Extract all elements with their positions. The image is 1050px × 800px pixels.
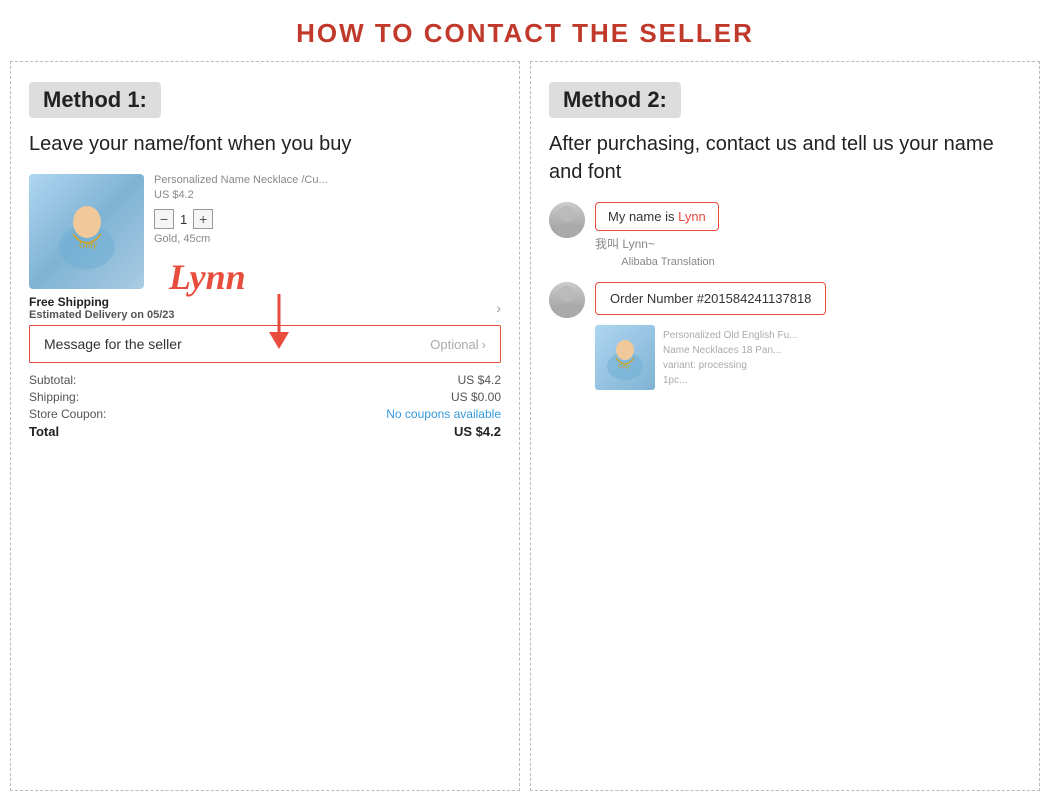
chat-row-1: My name is Lynn 我叫 Lynn~ Alibaba Transla… bbox=[549, 202, 1021, 268]
total-row: Total US $4.2 bbox=[29, 424, 501, 439]
red-arrow-icon bbox=[264, 294, 294, 354]
avatar-2 bbox=[549, 282, 585, 318]
product-title: Personalized Name Necklace /Cu... bbox=[154, 174, 501, 186]
product-row: Gitty Personalized Name Necklace /Cu... … bbox=[29, 174, 501, 289]
total-value: US $4.2 bbox=[454, 424, 501, 439]
product-image: Gitty bbox=[29, 174, 144, 289]
seller-message-chevron-icon: › bbox=[482, 337, 486, 352]
qty-number: 1 bbox=[180, 212, 187, 227]
avatar-body bbox=[554, 224, 580, 238]
chat-bubble-col-1: My name is Lynn 我叫 Lynn~ Alibaba Transla… bbox=[595, 202, 719, 268]
order-product-line2: Name Necklaces 18 Pan... bbox=[663, 343, 798, 358]
order-product-row: Gitty Personalized Old English Fu... Nam… bbox=[595, 325, 826, 390]
qty-row: − 1 + bbox=[154, 209, 501, 229]
qty-decrease-button[interactable]: − bbox=[154, 209, 174, 229]
method2-badge: Method 2: bbox=[549, 82, 681, 118]
shipping-date-value: 05/23 bbox=[147, 309, 175, 321]
coupon-label: Store Coupon: bbox=[29, 407, 106, 421]
seller-message-label: Message for the seller bbox=[44, 336, 182, 352]
order-necklace-svg: Gitty bbox=[600, 330, 650, 385]
shipping-cost-label: Shipping: bbox=[29, 390, 79, 404]
total-label: Total bbox=[29, 424, 59, 439]
avatar-head bbox=[559, 206, 575, 222]
variant-label: Gold, 45cm bbox=[154, 233, 501, 245]
svg-text:Gitty: Gitty bbox=[79, 240, 97, 250]
avatar-1 bbox=[549, 202, 585, 238]
method1-panel: Method 1: Leave your name/font when you … bbox=[10, 61, 520, 791]
method1-badge: Method 1: bbox=[29, 82, 161, 118]
order-number-bubble: Order Number #201584241137818 bbox=[595, 282, 826, 315]
subtotal-value: US $4.2 bbox=[458, 373, 501, 387]
chat-container: My name is Lynn 我叫 Lynn~ Alibaba Transla… bbox=[549, 202, 1021, 390]
shipping-chevron-icon: › bbox=[496, 300, 501, 316]
shipping-date: Estimated Delivery on 05/23 bbox=[29, 309, 175, 321]
method1-description: Leave your name/font when you buy bbox=[29, 130, 501, 158]
order-product-image: Gitty bbox=[595, 325, 655, 390]
avatar-head-2 bbox=[559, 286, 575, 302]
avatar-inner-2 bbox=[549, 282, 585, 318]
order-product-line1: Personalized Old English Fu... bbox=[663, 328, 798, 343]
subtotal-label: Subtotal: bbox=[29, 373, 76, 387]
method1-mockup: Gitty Personalized Name Necklace /Cu... … bbox=[29, 174, 501, 439]
chat-chinese-text: 我叫 Lynn~ bbox=[595, 235, 719, 252]
svg-text:Gitty: Gitty bbox=[618, 364, 630, 370]
page-title: HOW TO CONTACT THE SELLER bbox=[0, 0, 1050, 61]
shipping-cost-row: Shipping: US $0.00 bbox=[29, 390, 501, 404]
shipping-date-label: Estimated Delivery on bbox=[29, 309, 144, 321]
order-product-line4: 1pc... bbox=[663, 373, 798, 388]
chat-row-2: Order Number #201584241137818 Gitty Pe bbox=[549, 282, 1021, 390]
coupon-row: Store Coupon: No coupons available bbox=[29, 407, 501, 421]
chat-name-highlight: Lynn bbox=[678, 209, 706, 224]
main-container: Method 1: Leave your name/font when you … bbox=[0, 61, 1050, 791]
seller-message-optional: Optional › bbox=[430, 337, 486, 352]
subtotal-row: Subtotal: US $4.2 bbox=[29, 373, 501, 387]
order-product-info: Personalized Old English Fu... Name Neck… bbox=[663, 328, 798, 388]
avatar-inner-1 bbox=[549, 202, 585, 238]
totals-section: Subtotal: US $4.2 Shipping: US $0.00 Sto… bbox=[29, 373, 501, 439]
product-info: Personalized Name Necklace /Cu... US $4.… bbox=[154, 174, 501, 245]
necklace-image-svg: Gitty bbox=[47, 192, 127, 272]
shipping-cost-value: US $0.00 bbox=[451, 390, 501, 404]
translation-label: Alibaba Translation bbox=[595, 256, 715, 268]
chat-message-1: My name is Lynn bbox=[595, 202, 719, 231]
product-price: US $4.2 bbox=[154, 189, 501, 201]
method2-panel: Method 2: After purchasing, contact us a… bbox=[530, 61, 1040, 791]
qty-increase-button[interactable]: + bbox=[193, 209, 213, 229]
product-image-inner: Gitty bbox=[29, 174, 144, 289]
chat-bubble-col-2: Order Number #201584241137818 Gitty Pe bbox=[595, 282, 826, 390]
method2-description: After purchasing, contact us and tell us… bbox=[549, 130, 1021, 186]
shipping-info: Free Shipping Estimated Delivery on 05/2… bbox=[29, 295, 175, 321]
coupon-value[interactable]: No coupons available bbox=[386, 407, 501, 421]
order-product-line3: variant: processing bbox=[663, 358, 798, 373]
lynn-example-text: Lynn bbox=[169, 256, 246, 298]
shipping-title: Free Shipping bbox=[29, 295, 175, 309]
avatar-body-2 bbox=[554, 304, 580, 318]
